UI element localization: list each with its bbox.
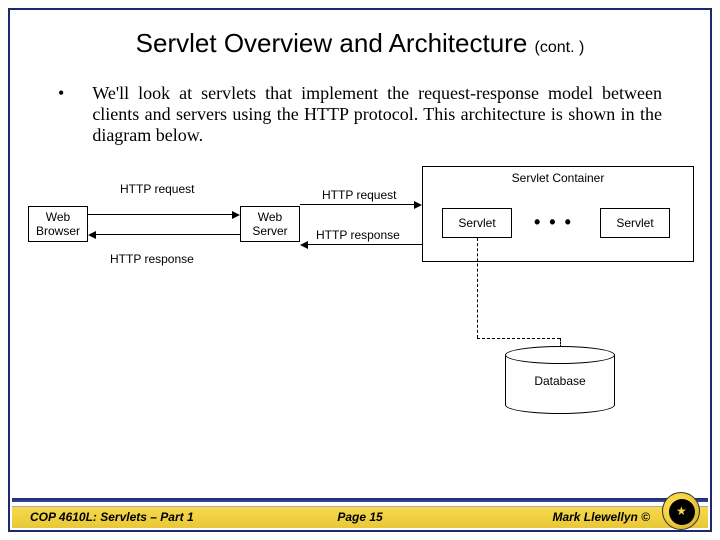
- arrow-req2-head: [414, 201, 422, 209]
- footer-left: COP 4610L: Servlets – Part 1: [30, 510, 194, 524]
- http-response-2-label: HTTP response: [316, 228, 400, 242]
- servlet-2-box: Servlet: [600, 208, 670, 238]
- http-request-2-label: HTTP request: [322, 188, 396, 202]
- footer-right: Mark Llewellyn ©: [552, 510, 650, 524]
- servlet-1-box: Servlet: [442, 208, 512, 238]
- http-request-1-label: HTTP request: [120, 182, 194, 196]
- body-paragraph: • We'll look at servlets that implement …: [58, 83, 662, 146]
- ellipsis-dots: • • •: [534, 212, 573, 233]
- web-server-box: Web Server: [240, 206, 300, 242]
- slide-frame: Servlet Overview and Architecture (cont.…: [8, 8, 712, 532]
- footer-center: Page 15: [337, 510, 382, 524]
- arrow-resp1: [96, 234, 240, 235]
- body-text: We'll look at servlets that implement th…: [92, 83, 662, 146]
- dashed-connector-h: [477, 338, 560, 339]
- title-cont: (cont. ): [535, 39, 585, 56]
- slide-title: Servlet Overview and Architecture (cont.…: [10, 28, 710, 59]
- bullet-icon: •: [58, 83, 64, 146]
- http-response-1-label: HTTP response: [110, 252, 194, 266]
- arrow-resp2-head: [300, 241, 308, 249]
- database-label: Database: [505, 374, 615, 388]
- servlet-container-label: Servlet Container: [423, 171, 693, 185]
- arrow-resp1-head: [88, 231, 96, 239]
- dashed-connector: [477, 238, 478, 338]
- arrow-req1: [88, 214, 232, 215]
- slide-footer: COP 4610L: Servlets – Part 1 Page 15 Mar…: [10, 500, 710, 530]
- arrow-req2: [300, 204, 414, 205]
- ucf-logo-icon: ★: [662, 492, 700, 530]
- web-browser-box: Web Browser: [28, 206, 88, 242]
- footer-border: [12, 498, 708, 502]
- architecture-diagram: Web Browser Web Server HTTP request HTTP…: [10, 166, 710, 426]
- arrow-resp2: [308, 244, 422, 245]
- title-main: Servlet Overview and Architecture: [136, 28, 528, 58]
- arrow-req1-head: [232, 211, 240, 219]
